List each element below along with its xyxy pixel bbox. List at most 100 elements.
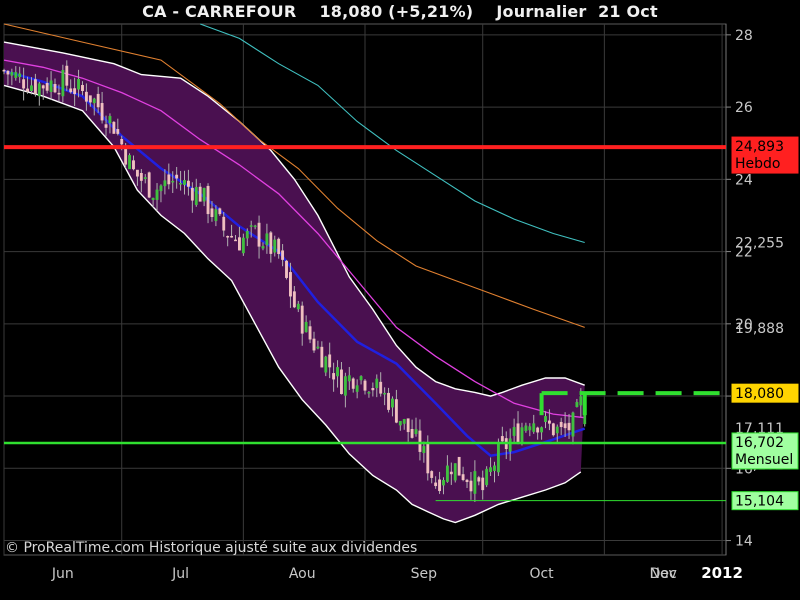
candle-body xyxy=(218,208,222,215)
candle-body xyxy=(316,346,320,349)
candle-body xyxy=(49,80,53,92)
candle-body xyxy=(198,186,202,202)
candle-body xyxy=(41,85,45,89)
level-badge-value: 24,893 xyxy=(735,139,784,155)
candle-body xyxy=(104,124,108,128)
candle-body xyxy=(202,187,206,202)
candle-body xyxy=(469,480,473,492)
candle-body xyxy=(500,436,504,442)
candle-body xyxy=(277,238,281,255)
candle-body xyxy=(245,230,249,239)
candle-body xyxy=(112,121,116,134)
candle-body xyxy=(508,438,512,452)
candle-body xyxy=(485,468,489,486)
candle-body xyxy=(363,380,367,391)
candle-body xyxy=(308,326,312,340)
candle-body xyxy=(88,95,92,103)
candle-body xyxy=(536,427,540,433)
candle-body xyxy=(461,474,465,480)
candle-body xyxy=(343,376,347,396)
level-badge-name: Hebdo xyxy=(735,156,780,172)
candle-body xyxy=(167,174,171,185)
candle-body xyxy=(547,420,551,424)
candle-body xyxy=(359,376,363,381)
candle-body xyxy=(249,225,253,227)
candle-body xyxy=(61,70,65,97)
candle-body xyxy=(6,70,10,75)
x-tick-label: Oct xyxy=(529,566,554,582)
candle-body xyxy=(371,388,375,391)
candle-body xyxy=(10,72,14,76)
candle-body xyxy=(418,430,422,452)
candle-body xyxy=(33,79,37,94)
candle-body xyxy=(383,392,387,395)
candle-body xyxy=(234,239,237,242)
candle-body xyxy=(575,402,579,407)
candle-body xyxy=(241,237,245,254)
candle-body xyxy=(292,291,296,308)
candle-body xyxy=(135,169,139,177)
candle-body xyxy=(493,465,496,471)
candle-body xyxy=(414,429,418,435)
candle-body xyxy=(18,73,22,77)
candle-body xyxy=(473,471,477,494)
candle-body xyxy=(438,479,441,492)
candle-body xyxy=(179,182,183,185)
candle-body xyxy=(30,85,33,91)
level-badge-value: 18,080 xyxy=(735,386,784,402)
candle-body xyxy=(379,381,383,394)
candle-body xyxy=(320,346,324,368)
candle-body xyxy=(442,480,445,486)
candle-body xyxy=(304,321,308,333)
candle-body xyxy=(210,208,214,218)
y-tick-label: 26 xyxy=(735,100,753,116)
candle-body xyxy=(544,416,547,423)
candle-body xyxy=(367,392,371,394)
x-tick-label: Aou xyxy=(289,566,316,582)
candle-body xyxy=(296,303,300,310)
candle-body xyxy=(402,419,406,424)
candle-body xyxy=(163,180,167,187)
candle-body xyxy=(65,65,69,86)
x-tick-label: Dec xyxy=(650,566,677,582)
candle-body xyxy=(108,116,112,124)
candle-body xyxy=(477,477,481,482)
candle-body xyxy=(214,209,218,222)
candle-body xyxy=(116,129,120,134)
candle-body xyxy=(555,426,559,434)
x-tick-label: Jun xyxy=(51,566,74,582)
candle-body xyxy=(257,222,261,247)
candle-body xyxy=(324,356,328,373)
x-tick-label: Sep xyxy=(411,566,438,582)
candle-body xyxy=(253,225,257,228)
x-tick-label: Jul xyxy=(171,566,189,582)
candle-body xyxy=(551,423,555,436)
candle-body xyxy=(139,172,143,181)
candle-body xyxy=(559,421,563,428)
candle-body xyxy=(387,392,390,410)
candle-body xyxy=(406,418,410,433)
candle-body xyxy=(430,471,434,478)
y-tick-label: 28 xyxy=(735,28,753,44)
level-badge-value: 15,104 xyxy=(735,494,784,510)
candle-body xyxy=(289,272,292,297)
candle-body xyxy=(375,378,379,389)
candle-body xyxy=(567,422,571,431)
candle-body xyxy=(445,465,449,482)
chart-root: CA - CARREFOUR 18,080 (+5,21%) Journalie… xyxy=(0,0,800,600)
candle-body xyxy=(281,250,285,260)
candle-body xyxy=(147,172,151,198)
candle-body xyxy=(355,385,359,392)
candle-body xyxy=(269,232,273,254)
candle-body xyxy=(347,375,351,382)
candle-body xyxy=(77,79,80,90)
candle-body xyxy=(528,426,532,431)
level-badge-value: 16,702 xyxy=(735,435,784,451)
candle-body xyxy=(69,88,73,93)
axis-marker-label: 19,888 xyxy=(735,321,784,337)
candle-body xyxy=(512,427,516,436)
candle-body xyxy=(579,396,583,406)
candle-body xyxy=(175,174,179,179)
candle-body xyxy=(222,216,226,231)
candle-body xyxy=(332,373,336,380)
